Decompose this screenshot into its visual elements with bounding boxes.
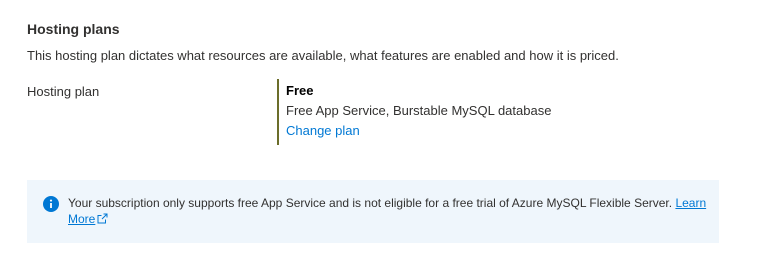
hosting-plan-value: Free Free App Service, Burstable MySQL d… [277,79,677,145]
info-icon [43,196,59,212]
external-link-icon [97,212,108,224]
hosting-plan-label: Hosting plan [27,84,100,99]
info-message: Your subscription only supports free App… [68,195,708,227]
info-banner: Your subscription only supports free App… [27,180,719,243]
section-title: Hosting plans [27,21,120,37]
section-description: This hosting plan dictates what resource… [27,48,619,63]
info-message-text: Your subscription only supports free App… [68,196,673,210]
change-plan-link[interactable]: Change plan [286,122,360,140]
plan-name: Free [286,83,314,98]
plan-detail: Free App Service, Burstable MySQL databa… [286,103,552,118]
